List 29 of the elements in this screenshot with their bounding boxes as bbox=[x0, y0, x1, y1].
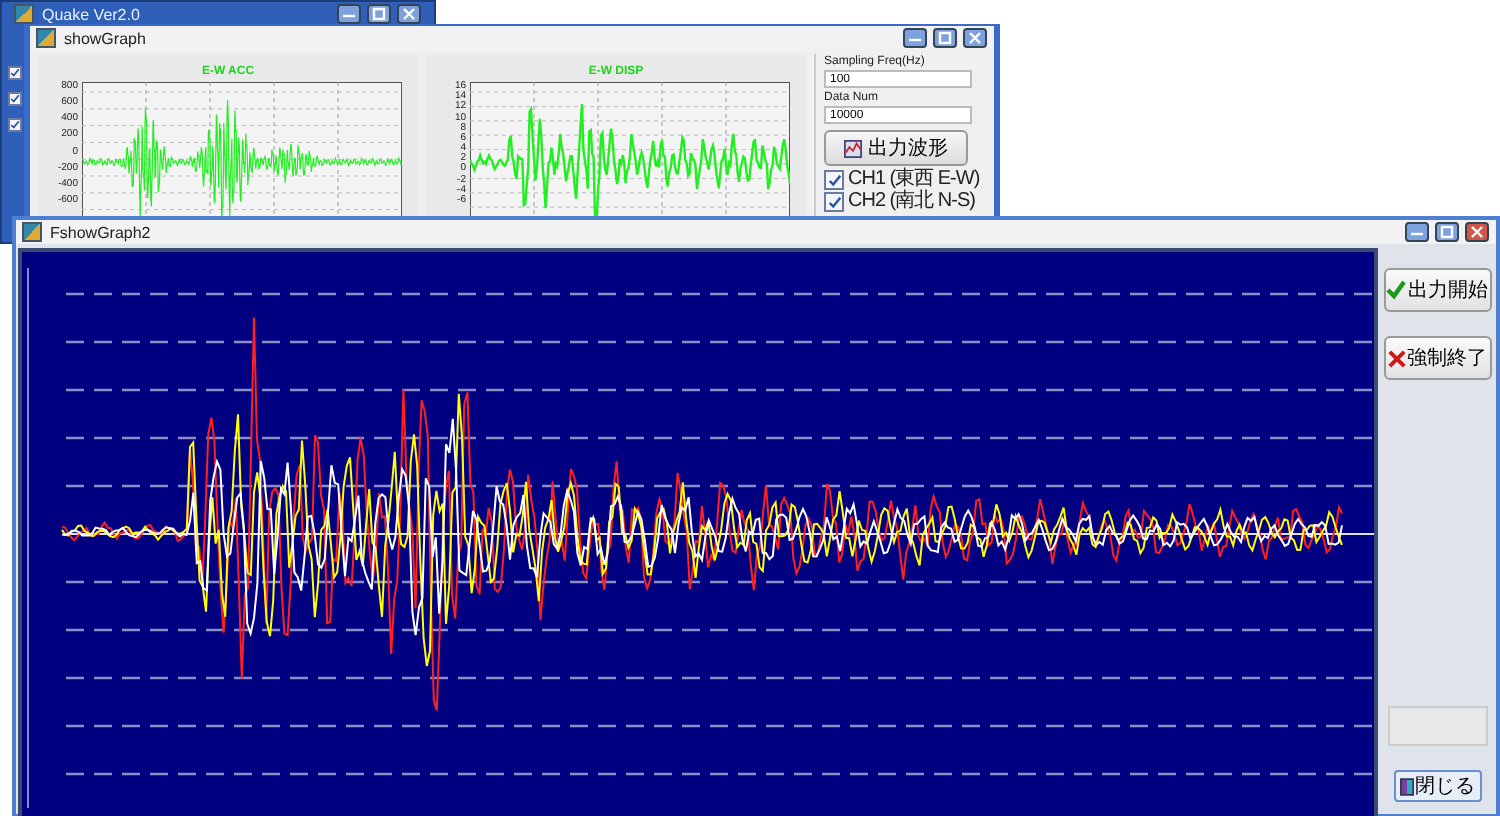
minimize-button[interactable] bbox=[902, 28, 928, 48]
output-waveform-button[interactable]: 出力波形 bbox=[824, 130, 968, 166]
close-button[interactable] bbox=[1464, 222, 1490, 242]
minimize-button[interactable] bbox=[1404, 222, 1430, 242]
checkbox[interactable] bbox=[8, 92, 22, 106]
app-icon bbox=[22, 222, 42, 242]
checkbox[interactable] bbox=[8, 66, 22, 80]
start-output-button[interactable]: 出力開始 bbox=[1383, 268, 1491, 312]
maximize-button[interactable] bbox=[366, 4, 392, 24]
checkbox[interactable] bbox=[824, 192, 844, 212]
window-title: Quake Ver2.0 bbox=[42, 5, 140, 23]
checkbox[interactable] bbox=[824, 170, 844, 190]
checkbox-label: CH2 (南北 N-S) bbox=[848, 192, 975, 212]
cross-icon bbox=[1387, 349, 1405, 367]
close-button[interactable] bbox=[396, 4, 422, 24]
window-title: FshowGraph2 bbox=[50, 223, 151, 241]
maximize-button[interactable] bbox=[932, 28, 958, 48]
force-stop-button[interactable]: 強制終了 bbox=[1383, 336, 1491, 380]
empty-field bbox=[1387, 706, 1487, 746]
chart-icon bbox=[844, 139, 862, 157]
maximize-button[interactable] bbox=[1434, 222, 1460, 242]
close-window-button[interactable]: 閉じる bbox=[1393, 770, 1481, 802]
window-title: showGraph bbox=[64, 29, 146, 47]
check-icon bbox=[1386, 280, 1406, 300]
checkbox[interactable] bbox=[8, 118, 22, 132]
checkbox-label: CH1 (東西 E-W) bbox=[848, 170, 980, 190]
close-button[interactable] bbox=[962, 28, 988, 48]
minimize-button[interactable] bbox=[336, 4, 362, 24]
door-icon bbox=[1399, 777, 1413, 795]
